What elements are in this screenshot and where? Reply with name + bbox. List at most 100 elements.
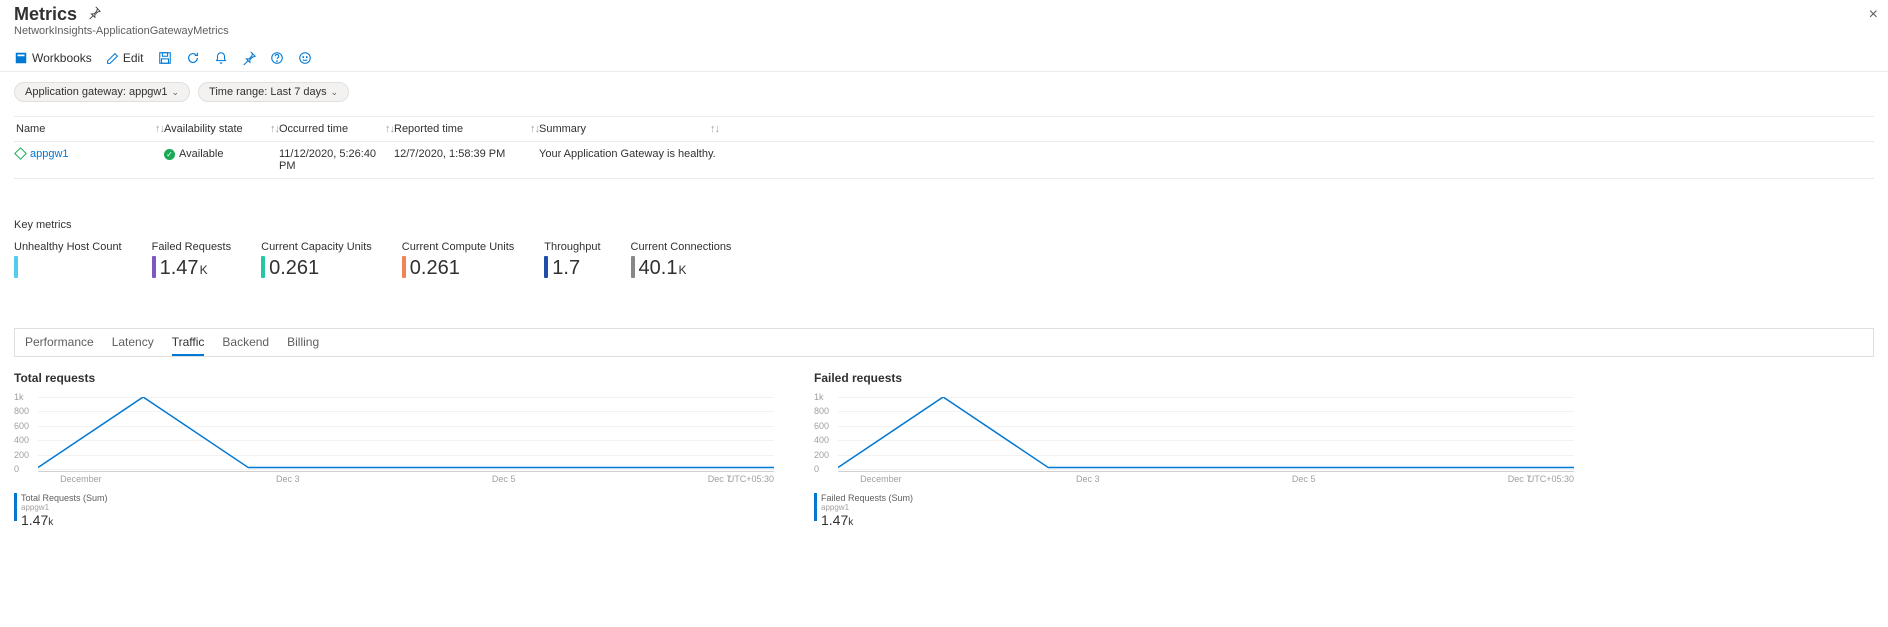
metric-suffix: K [199,263,208,278]
col-reported[interactable]: Reported time↑↓ [394,123,539,135]
alert-icon[interactable] [214,51,228,65]
tab-traffic[interactable]: Traffic [172,335,205,356]
pin-icon[interactable] [87,6,101,23]
metric-label: Current Connections [631,241,732,253]
available-icon: ✓ [164,149,175,160]
feedback-icon[interactable] [298,51,312,65]
grid-line [38,469,774,470]
metric-suffix [580,277,581,278]
x-tick: Dec 5 [492,474,516,484]
y-tick: 400 [14,435,29,445]
legend-value: 1.47k [821,512,913,528]
charts-row: Total requests 02004006008001k DecemberD… [0,357,1888,542]
tab-backend[interactable]: Backend [222,335,269,356]
metric-suffix: K [677,263,686,278]
y-tick: 600 [814,421,829,431]
col-availability[interactable]: Availability state↑↓ [164,123,279,135]
tab-billing[interactable]: Billing [287,335,319,356]
col-occurred[interactable]: Occurred time↑↓ [279,123,394,135]
sort-icon: ↑↓ [270,123,279,135]
legend-sub: appgw1 [21,503,108,512]
chart-area[interactable]: 02004006008001k DecemberDec 3Dec 5Dec 7U… [814,397,1574,487]
x-tick: Dec 5 [1292,474,1316,484]
filter-gateway[interactable]: Application gateway: appgw1 ⌄ [14,82,190,102]
tab-performance[interactable]: Performance [25,335,94,356]
filter-gateway-label: Application gateway: appgw1 [25,86,167,98]
summary-text: Your Application Gateway is healthy. [539,148,716,172]
metric-value: 1.7 [552,258,580,278]
metric-card[interactable]: Current Capacity Units 0.261 [261,241,372,278]
chart-title: Failed requests [814,371,1574,385]
legend-value: 1.47k [21,512,108,528]
col-name[interactable]: Name↑↓ [14,123,164,135]
metric-label: Throughput [544,241,600,253]
y-tick: 800 [814,406,829,416]
help-icon[interactable] [270,51,284,65]
metric-value: 1.47 [160,258,199,278]
y-tick: 0 [14,464,19,474]
grid-line [838,469,1574,470]
key-metrics-title: Key metrics [14,219,1874,231]
tab-latency[interactable]: Latency [112,335,154,356]
filter-timerange-label: Time range: Last 7 days [209,86,327,98]
y-tick: 200 [14,450,29,460]
x-tick: Dec 3 [1076,474,1100,484]
metric-card[interactable]: Failed Requests 1.47 K [152,241,232,278]
sort-icon: ↑↓ [530,123,539,135]
metric-label: Failed Requests [152,241,232,253]
edit-button[interactable]: Edit [106,51,144,65]
chart-area[interactable]: 02004006008001k DecemberDec 3Dec 5Dec 7U… [14,397,774,487]
toolbar: Workbooks Edit [0,43,1888,72]
chart-legend: Failed Requests (Sum) appgw1 1.47k [814,493,1574,528]
legend-title: Total Requests (Sum) [21,493,108,503]
metric-bar [14,256,18,278]
chart-line [838,397,1574,469]
metric-bar [402,256,406,278]
legend-sub: appgw1 [821,503,913,512]
metric-card[interactable]: Throughput 1.7 [544,241,600,278]
y-tick: 200 [814,450,829,460]
reported-text: 12/7/2020, 1:58:39 PM [394,148,539,172]
filter-timerange[interactable]: Time range: Last 7 days ⌄ [198,82,349,102]
availability-text: Available [179,148,223,160]
metric-card[interactable]: Unhealthy Host Count [14,241,122,278]
metric-card[interactable]: Current Compute Units 0.261 [402,241,515,278]
sort-icon: ↑↓ [155,123,164,135]
x-axis: DecemberDec 3Dec 5Dec 7UTC+05:30 [838,471,1574,487]
metric-suffix [460,277,461,278]
page-subtitle: NetworkInsights-ApplicationGatewayMetric… [14,25,1874,37]
pin-toolbar-icon[interactable] [242,51,256,65]
edit-label: Edit [123,51,144,65]
close-icon[interactable]: × [1869,6,1878,24]
tz-label: UTC+05:30 [1528,474,1574,484]
x-tick: December [860,474,902,484]
metric-bar [631,256,635,278]
y-tick: 0 [814,464,819,474]
x-tick: December [60,474,102,484]
metric-bar [152,256,156,278]
chart-line [38,397,774,469]
resource-icon [14,147,27,160]
metric-bar [261,256,265,278]
x-axis: DecemberDec 3Dec 5Dec 7UTC+05:30 [38,471,774,487]
refresh-icon[interactable] [186,51,200,65]
page-header: Metrics NetworkInsights-ApplicationGatew… [0,0,1888,37]
key-metrics-row: Unhealthy Host Count Failed Requests 1.4… [0,241,1888,278]
resource-link[interactable]: appgw1 [30,148,69,160]
chart-title: Total requests [14,371,774,385]
workbooks-button[interactable]: Workbooks [14,51,92,65]
metric-label: Current Compute Units [402,241,515,253]
save-icon[interactable] [158,51,172,65]
metric-card[interactable]: Current Connections 40.1 K [631,241,732,278]
sort-icon: ↑↓ [710,123,719,135]
tabs-container: Performance Latency Traffic Backend Billing [14,328,1874,357]
workbooks-label: Workbooks [32,51,92,65]
page-title: Metrics [14,4,77,25]
table-header: Name↑↓ Availability state↑↓ Occurred tim… [14,117,1874,141]
table-row: appgw1 ✓Available 11/12/2020, 5:26:40 PM… [14,141,1874,178]
metric-value: 40.1 [639,258,678,278]
col-summary[interactable]: Summary↑↓ [539,123,719,135]
y-tick: 1k [814,392,824,402]
chevron-down-icon: ⌄ [171,87,179,98]
y-tick: 600 [14,421,29,431]
